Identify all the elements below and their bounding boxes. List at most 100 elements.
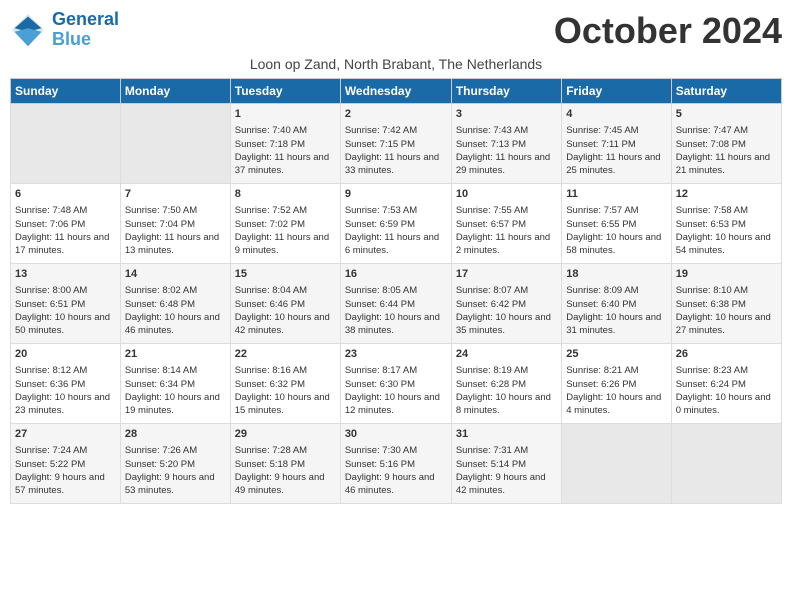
day-info: Sunrise: 7:48 AM bbox=[15, 204, 116, 217]
day-info: Sunrise: 8:02 AM bbox=[125, 284, 226, 297]
calendar-cell: 4Sunrise: 7:45 AMSunset: 7:11 PMDaylight… bbox=[562, 104, 671, 184]
day-info: Sunrise: 8:05 AM bbox=[345, 284, 447, 297]
day-info: Daylight: 10 hours and 50 minutes. bbox=[15, 311, 116, 338]
calendar-subtitle: Loon op Zand, North Brabant, The Netherl… bbox=[10, 56, 782, 72]
calendar-cell: 26Sunrise: 8:23 AMSunset: 6:24 PMDayligh… bbox=[671, 344, 781, 424]
day-info: Daylight: 10 hours and 27 minutes. bbox=[676, 311, 777, 338]
calendar-cell: 6Sunrise: 7:48 AMSunset: 7:06 PMDaylight… bbox=[11, 184, 121, 264]
day-info: Sunrise: 7:42 AM bbox=[345, 124, 447, 137]
day-number: 16 bbox=[345, 267, 447, 282]
day-info: Sunrise: 7:40 AM bbox=[235, 124, 336, 137]
day-number: 2 bbox=[345, 107, 447, 122]
calendar-cell: 14Sunrise: 8:02 AMSunset: 6:48 PMDayligh… bbox=[120, 264, 230, 344]
calendar-cell: 2Sunrise: 7:42 AMSunset: 7:15 PMDaylight… bbox=[340, 104, 451, 184]
day-info: Sunrise: 8:07 AM bbox=[456, 284, 557, 297]
day-info: Sunset: 6:42 PM bbox=[456, 298, 557, 311]
calendar-cell: 30Sunrise: 7:30 AMSunset: 5:16 PMDayligh… bbox=[340, 424, 451, 504]
day-info: Sunset: 6:48 PM bbox=[125, 298, 226, 311]
col-header-monday: Monday bbox=[120, 79, 230, 104]
day-number: 12 bbox=[676, 187, 777, 202]
day-info: Sunrise: 7:52 AM bbox=[235, 204, 336, 217]
day-number: 26 bbox=[676, 347, 777, 362]
calendar-cell: 19Sunrise: 8:10 AMSunset: 6:38 PMDayligh… bbox=[671, 264, 781, 344]
day-info: Daylight: 11 hours and 21 minutes. bbox=[676, 151, 777, 178]
day-info: Daylight: 11 hours and 25 minutes. bbox=[566, 151, 666, 178]
day-info: Sunrise: 8:17 AM bbox=[345, 364, 447, 377]
calendar-cell bbox=[671, 424, 781, 504]
day-info: Daylight: 10 hours and 35 minutes. bbox=[456, 311, 557, 338]
col-header-wednesday: Wednesday bbox=[340, 79, 451, 104]
day-info: Sunrise: 8:19 AM bbox=[456, 364, 557, 377]
calendar-cell: 29Sunrise: 7:28 AMSunset: 5:18 PMDayligh… bbox=[230, 424, 340, 504]
day-info: Sunset: 7:04 PM bbox=[125, 218, 226, 231]
day-number: 21 bbox=[125, 347, 226, 362]
calendar-cell: 10Sunrise: 7:55 AMSunset: 6:57 PMDayligh… bbox=[451, 184, 561, 264]
day-info: Sunrise: 8:00 AM bbox=[15, 284, 116, 297]
day-info: Sunrise: 7:50 AM bbox=[125, 204, 226, 217]
day-info: Sunrise: 7:26 AM bbox=[125, 444, 226, 457]
day-info: Sunrise: 7:45 AM bbox=[566, 124, 666, 137]
day-info: Sunset: 6:53 PM bbox=[676, 218, 777, 231]
week-row-2: 6Sunrise: 7:48 AMSunset: 7:06 PMDaylight… bbox=[11, 184, 782, 264]
day-info: Daylight: 10 hours and 31 minutes. bbox=[566, 311, 666, 338]
day-info: Sunset: 5:22 PM bbox=[15, 458, 116, 471]
day-info: Sunset: 6:44 PM bbox=[345, 298, 447, 311]
day-info: Daylight: 10 hours and 4 minutes. bbox=[566, 391, 666, 418]
day-number: 10 bbox=[456, 187, 557, 202]
day-info: Sunrise: 7:31 AM bbox=[456, 444, 557, 457]
day-info: Daylight: 10 hours and 8 minutes. bbox=[456, 391, 557, 418]
col-header-thursday: Thursday bbox=[451, 79, 561, 104]
calendar-cell bbox=[120, 104, 230, 184]
calendar-cell: 22Sunrise: 8:16 AMSunset: 6:32 PMDayligh… bbox=[230, 344, 340, 424]
day-number: 19 bbox=[676, 267, 777, 282]
calendar-cell: 27Sunrise: 7:24 AMSunset: 5:22 PMDayligh… bbox=[11, 424, 121, 504]
day-info: Daylight: 11 hours and 17 minutes. bbox=[15, 231, 116, 258]
day-info: Daylight: 10 hours and 46 minutes. bbox=[125, 311, 226, 338]
week-row-5: 27Sunrise: 7:24 AMSunset: 5:22 PMDayligh… bbox=[11, 424, 782, 504]
col-header-tuesday: Tuesday bbox=[230, 79, 340, 104]
day-number: 7 bbox=[125, 187, 226, 202]
day-number: 13 bbox=[15, 267, 116, 282]
calendar-cell: 1Sunrise: 7:40 AMSunset: 7:18 PMDaylight… bbox=[230, 104, 340, 184]
day-number: 8 bbox=[235, 187, 336, 202]
day-info: Sunset: 6:24 PM bbox=[676, 378, 777, 391]
day-number: 17 bbox=[456, 267, 557, 282]
day-info: Sunrise: 7:53 AM bbox=[345, 204, 447, 217]
calendar-cell: 28Sunrise: 7:26 AMSunset: 5:20 PMDayligh… bbox=[120, 424, 230, 504]
calendar-cell: 24Sunrise: 8:19 AMSunset: 6:28 PMDayligh… bbox=[451, 344, 561, 424]
day-info: Daylight: 9 hours and 42 minutes. bbox=[456, 471, 557, 498]
day-number: 22 bbox=[235, 347, 336, 362]
day-info: Sunset: 6:28 PM bbox=[456, 378, 557, 391]
logo: General Blue bbox=[10, 10, 119, 50]
day-info: Sunset: 5:16 PM bbox=[345, 458, 447, 471]
calendar-cell bbox=[11, 104, 121, 184]
day-info: Sunset: 6:46 PM bbox=[235, 298, 336, 311]
month-title: October 2024 bbox=[554, 10, 782, 52]
day-info: Sunset: 5:14 PM bbox=[456, 458, 557, 471]
day-info: Daylight: 11 hours and 6 minutes. bbox=[345, 231, 447, 258]
day-info: Sunrise: 8:23 AM bbox=[676, 364, 777, 377]
logo-text: General Blue bbox=[52, 10, 119, 50]
col-header-sunday: Sunday bbox=[11, 79, 121, 104]
day-number: 6 bbox=[15, 187, 116, 202]
day-info: Daylight: 9 hours and 46 minutes. bbox=[345, 471, 447, 498]
day-info: Sunrise: 8:21 AM bbox=[566, 364, 666, 377]
day-info: Sunset: 5:20 PM bbox=[125, 458, 226, 471]
day-info: Sunset: 6:30 PM bbox=[345, 378, 447, 391]
day-number: 31 bbox=[456, 427, 557, 442]
day-info: Sunrise: 8:16 AM bbox=[235, 364, 336, 377]
calendar-cell: 20Sunrise: 8:12 AMSunset: 6:36 PMDayligh… bbox=[11, 344, 121, 424]
day-info: Daylight: 11 hours and 29 minutes. bbox=[456, 151, 557, 178]
week-row-1: 1Sunrise: 7:40 AMSunset: 7:18 PMDaylight… bbox=[11, 104, 782, 184]
day-number: 25 bbox=[566, 347, 666, 362]
logo-icon bbox=[10, 12, 46, 48]
day-info: Daylight: 11 hours and 2 minutes. bbox=[456, 231, 557, 258]
calendar-cell: 31 Sunrise: 7:31 AMSunset: 5:14 PMDayligh… bbox=[451, 424, 561, 504]
day-info: Sunset: 7:08 PM bbox=[676, 138, 777, 151]
col-header-saturday: Saturday bbox=[671, 79, 781, 104]
day-info: Daylight: 10 hours and 12 minutes. bbox=[345, 391, 447, 418]
day-number: 18 bbox=[566, 267, 666, 282]
day-info: Daylight: 10 hours and 58 minutes. bbox=[566, 231, 666, 258]
day-number: 3 bbox=[456, 107, 557, 122]
day-info: Daylight: 11 hours and 9 minutes. bbox=[235, 231, 336, 258]
